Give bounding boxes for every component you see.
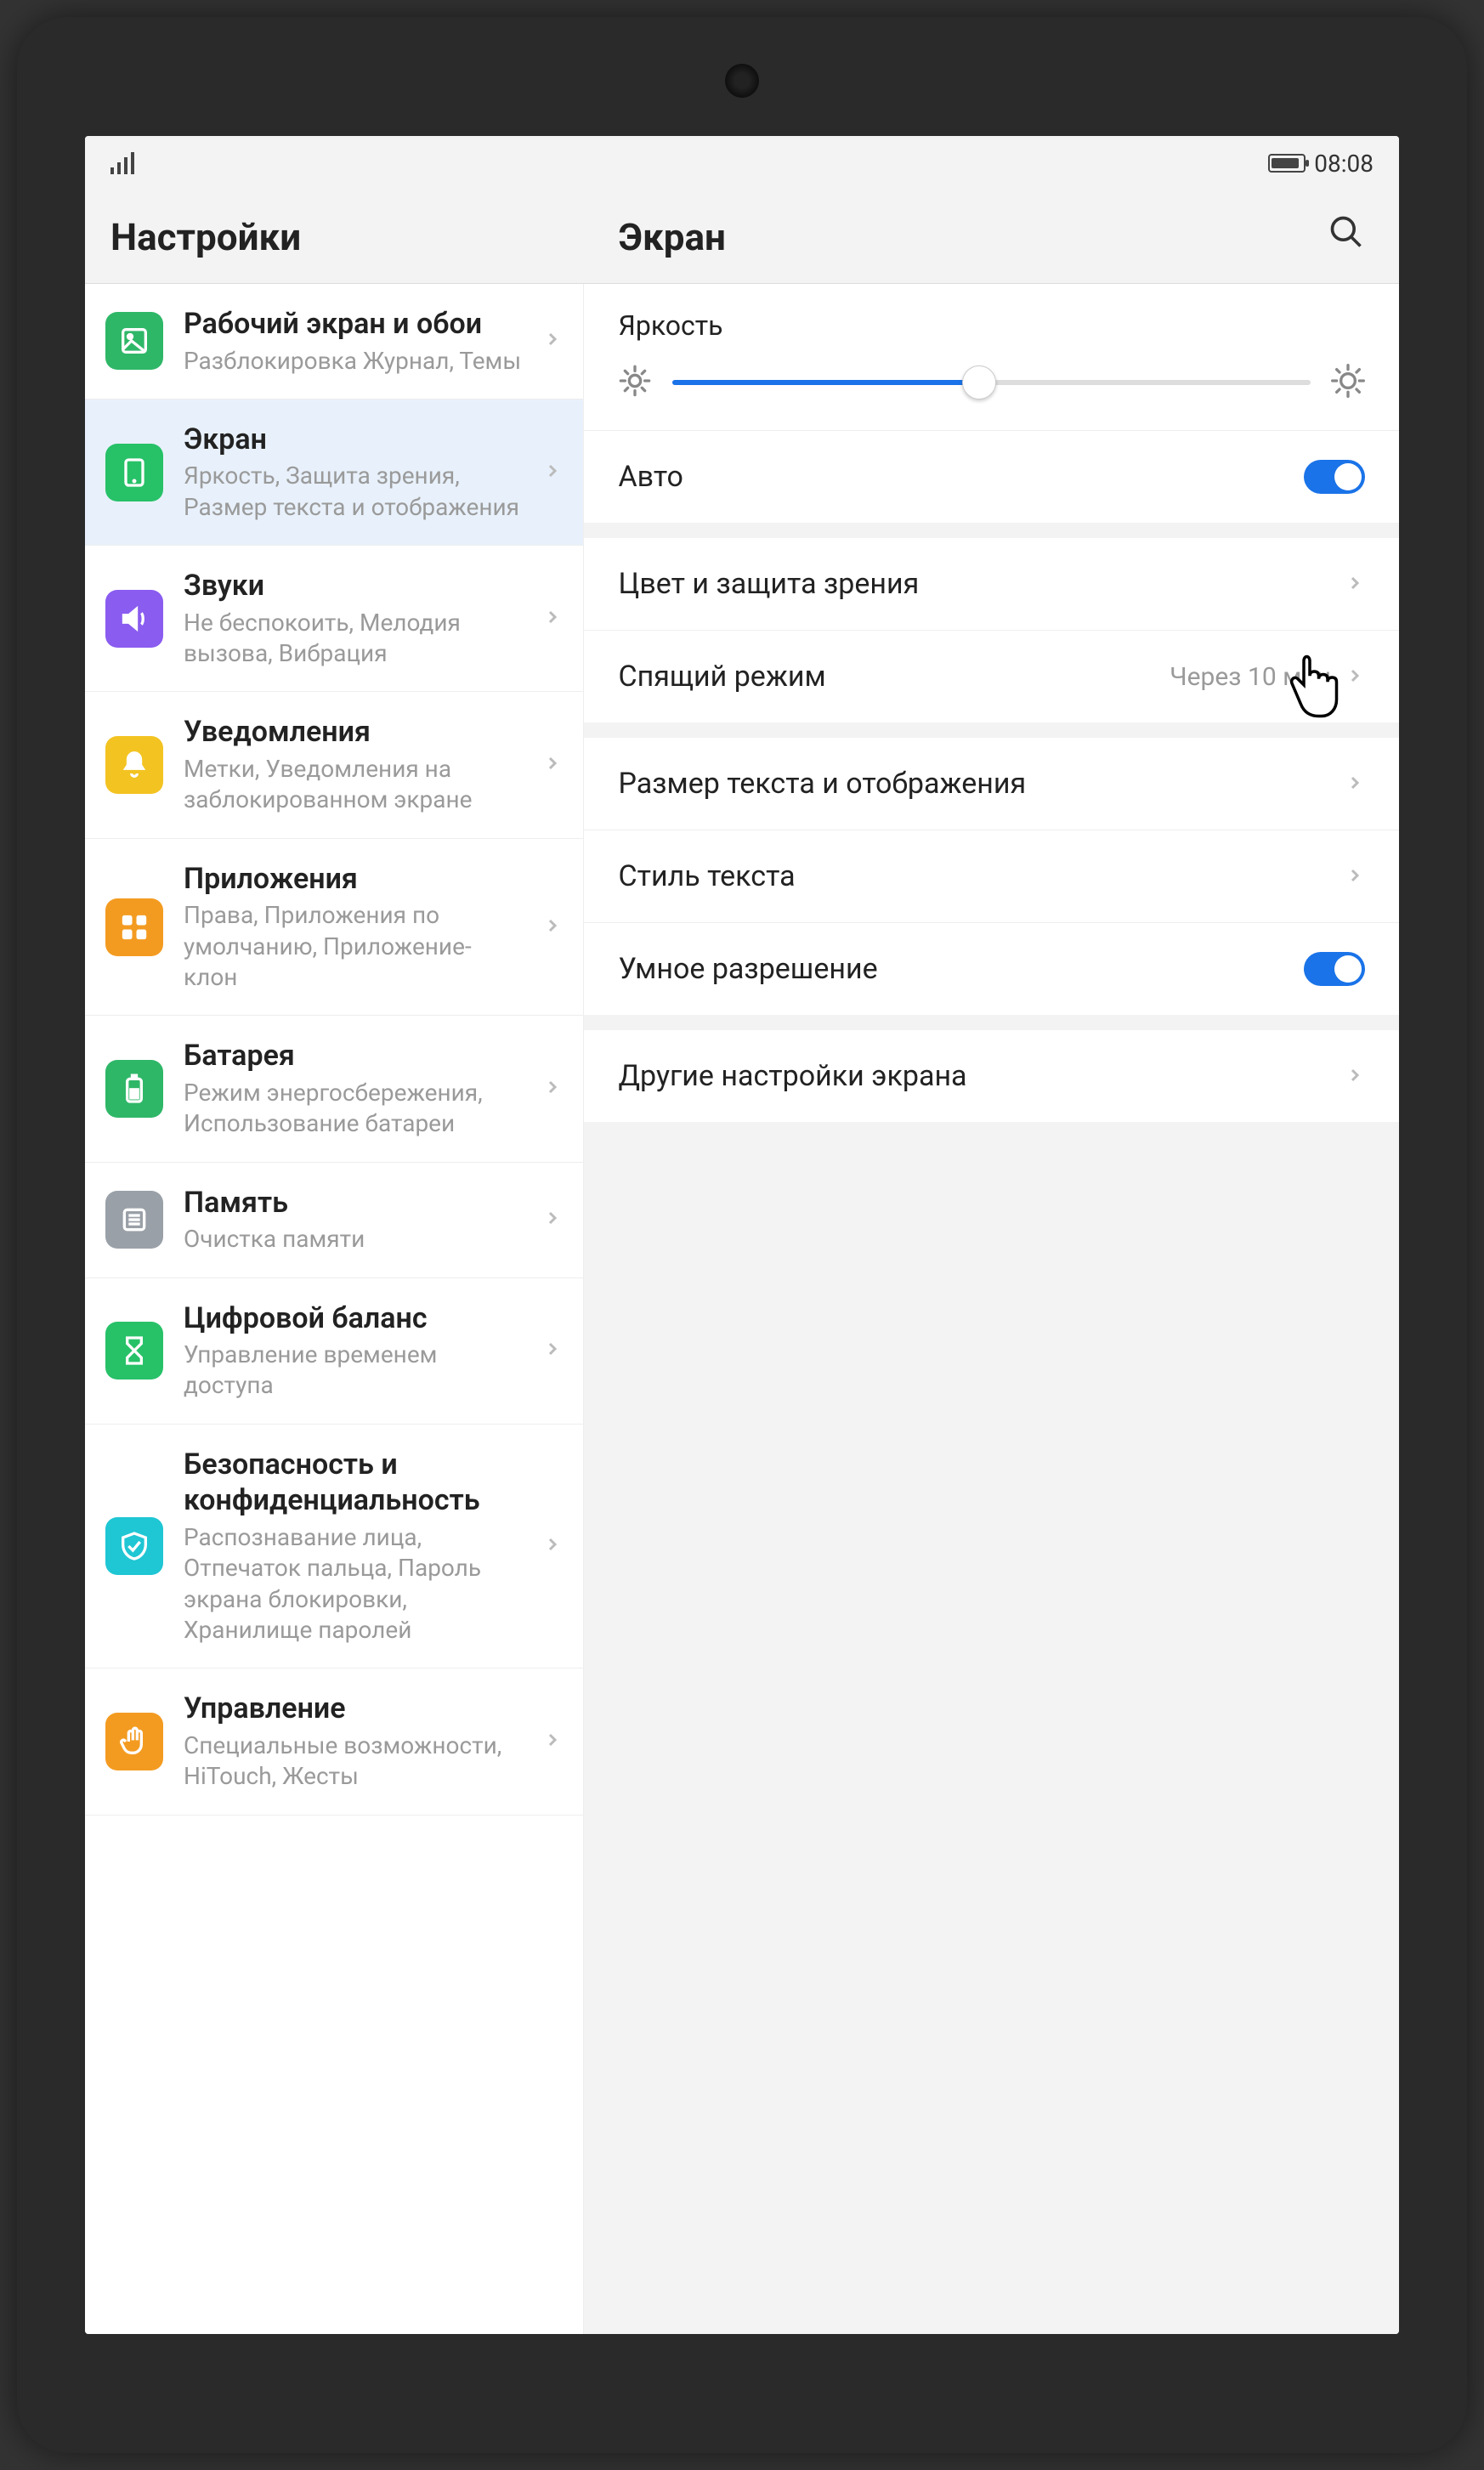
sidebar-item-2[interactable]: Звуки Не беспокоить, Мелодия вызова, Виб… bbox=[85, 546, 583, 692]
chevron-right-icon bbox=[542, 461, 563, 484]
row-label: Спящий режим bbox=[618, 660, 1170, 694]
apps-icon bbox=[105, 898, 163, 956]
sidebar-item-title: Батарея bbox=[184, 1038, 522, 1074]
row-auto-brightness[interactable]: Авто bbox=[584, 430, 1399, 523]
sidebar-item-subtitle: Не беспокоить, Мелодия вызова, Вибрация bbox=[184, 608, 522, 670]
settings-row[interactable]: Цвет и защита зрения bbox=[584, 538, 1399, 630]
sidebar-item-title: Уведомления bbox=[184, 714, 522, 751]
battery-icon bbox=[105, 1060, 163, 1118]
settings-group-1: Размер текста и отображения Стиль текста У… bbox=[584, 738, 1399, 1015]
sidebar-item-title: Цифровой баланс bbox=[184, 1300, 522, 1337]
sidebar-item-title: Звуки bbox=[184, 568, 522, 604]
row-label: Размер текста и отображения bbox=[618, 767, 1345, 801]
settings-row[interactable]: Другие настройки экрана bbox=[584, 1030, 1399, 1122]
sidebar-item-4[interactable]: Приложения Права, Приложения по умолчани… bbox=[85, 839, 583, 1017]
sidebar-item-7[interactable]: Цифровой баланс Управление временем дост… bbox=[85, 1278, 583, 1425]
chevron-right-icon bbox=[1345, 767, 1365, 801]
header-row: Настройки Экран bbox=[85, 190, 1399, 284]
brightness-section: Яркость bbox=[584, 284, 1399, 430]
chevron-right-icon bbox=[542, 1534, 563, 1558]
sidebar-item-title: Безопасность и конфиденциаль­ность bbox=[184, 1447, 522, 1519]
chevron-right-icon bbox=[542, 1339, 563, 1362]
settings-group-2: Другие настройки экрана bbox=[584, 1030, 1399, 1122]
chevron-right-icon bbox=[1345, 660, 1365, 694]
chevron-right-icon bbox=[542, 329, 563, 353]
battery-icon bbox=[1268, 154, 1306, 173]
chevron-right-icon bbox=[542, 1208, 563, 1232]
chevron-right-icon bbox=[1345, 1059, 1365, 1093]
search-icon[interactable] bbox=[1328, 213, 1365, 260]
sidebar-item-5[interactable]: Батарея Режим энергосбере­жения, Использ… bbox=[85, 1016, 583, 1162]
chevron-right-icon bbox=[542, 753, 563, 777]
tablet-camera bbox=[725, 64, 759, 98]
toggle[interactable] bbox=[1304, 952, 1365, 986]
status-bar: 08:08 bbox=[85, 136, 1399, 190]
sidebar-item-subtitle: Распознавание лица, Отпечаток пальца, Па… bbox=[184, 1522, 522, 1646]
sidebar-item-title: Приложения bbox=[184, 861, 522, 898]
auto-brightness-label: Авто bbox=[618, 460, 1304, 494]
tablet-frame: 08:08 Настройки Экран Рабочий экран и об… bbox=[17, 17, 1467, 2453]
sidebar-item-subtitle: Разблокировка Журнал, Темы bbox=[184, 346, 522, 377]
row-label: Другие настройки экрана bbox=[618, 1059, 1345, 1093]
shield-icon bbox=[105, 1517, 163, 1575]
settings-row[interactable]: Стиль текста bbox=[584, 830, 1399, 922]
sidebar-item-1[interactable]: Экран Яркость, Защита зрения, Размер тек… bbox=[85, 399, 583, 546]
hourglass-icon bbox=[105, 1322, 163, 1379]
settings-row[interactable]: Размер текста и отображения bbox=[584, 738, 1399, 830]
display-icon bbox=[105, 444, 163, 501]
sidebar-item-subtitle: Управление временем доступа bbox=[184, 1340, 522, 1402]
sidebar-item-subtitle: Специальные возможности, HiTouch, Жесты bbox=[184, 1731, 522, 1793]
brightness-label: Яркость bbox=[618, 309, 1365, 342]
brightness-low-icon bbox=[618, 364, 652, 401]
row-label: Цвет и защита зрения bbox=[618, 567, 1345, 601]
sidebar-item-subtitle: Яркость, Защита зрения, Размер текста и … bbox=[184, 461, 522, 523]
chevron-right-icon bbox=[1345, 567, 1365, 601]
hand-icon bbox=[105, 1713, 163, 1770]
screen: 08:08 Настройки Экран Рабочий экран и об… bbox=[85, 136, 1399, 2334]
brightness-slider[interactable] bbox=[672, 380, 1311, 385]
sidebar-item-title: Управление bbox=[184, 1691, 522, 1727]
memory-icon bbox=[105, 1191, 163, 1249]
sidebar-item-title: Экран bbox=[184, 422, 522, 458]
sidebar-item-title: Память bbox=[184, 1185, 522, 1221]
bell-icon bbox=[105, 736, 163, 794]
sidebar-item-subtitle: Режим энергосбере­жения, Использование б… bbox=[184, 1078, 522, 1140]
sidebar-item-subtitle: Метки, Уведомления на заблокированном эк… bbox=[184, 754, 522, 816]
chevron-right-icon bbox=[1345, 859, 1365, 893]
signal-icon bbox=[110, 152, 136, 174]
sound-icon bbox=[105, 590, 163, 648]
chevron-right-icon bbox=[542, 607, 563, 631]
sidebar-item-3[interactable]: Уведомления Метки, Уведомления на заблок… bbox=[85, 692, 583, 838]
sidebar-item-9[interactable]: Управление Специальные возможности, HiTo… bbox=[85, 1668, 583, 1815]
settings-sidebar[interactable]: Рабочий экран и обои Разблокировка Журна… bbox=[85, 284, 584, 2334]
status-time: 08:08 bbox=[1314, 150, 1374, 178]
chevron-right-icon bbox=[542, 1730, 563, 1753]
row-label: Умное разрешение bbox=[618, 952, 1304, 986]
settings-row[interactable]: Спящий режимЧерез 10 мин bbox=[584, 630, 1399, 722]
chevron-right-icon bbox=[542, 1077, 563, 1101]
sidebar-item-0[interactable]: Рабочий экран и обои Разблокировка Журна… bbox=[85, 284, 583, 399]
settings-row[interactable]: Умное разрешение bbox=[584, 922, 1399, 1015]
auto-brightness-toggle[interactable] bbox=[1304, 460, 1365, 494]
sidebar-item-6[interactable]: Память Очистка памяти bbox=[85, 1163, 583, 1278]
settings-title: Настройки bbox=[85, 190, 584, 283]
sidebar-item-title: Рабочий экран и обои bbox=[184, 306, 522, 343]
row-label: Стиль текста bbox=[618, 859, 1345, 893]
chevron-right-icon bbox=[542, 915, 563, 939]
sidebar-item-subtitle: Очистка памяти bbox=[184, 1224, 522, 1255]
sidebar-item-subtitle: Права, Приложения по умолчанию, Приложен… bbox=[184, 900, 522, 993]
sidebar-item-8[interactable]: Безопасность и конфиденциаль­ность Распо… bbox=[85, 1425, 583, 1669]
settings-group-0: Цвет и защита зрения Спящий режимЧерез 10… bbox=[584, 538, 1399, 722]
detail-pane[interactable]: Яркость bbox=[584, 284, 1399, 2334]
row-value: Через 10 мин bbox=[1170, 662, 1331, 692]
page-title: Экран bbox=[618, 215, 725, 259]
wallpaper-icon bbox=[105, 312, 163, 370]
brightness-high-icon bbox=[1331, 364, 1365, 401]
